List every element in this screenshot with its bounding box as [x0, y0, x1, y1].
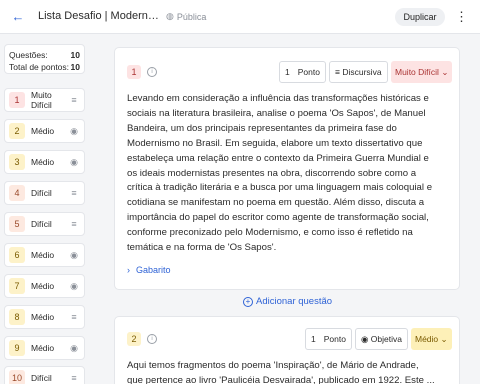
- question-text-line: temática e na forma de 'Os Sapos'.: [127, 242, 277, 254]
- duplicate-button[interactable]: Duplicar: [395, 8, 445, 26]
- question-text: Aqui temos fragmentos do poema 'Inspiraç…: [127, 359, 435, 384]
- questions-count: 10: [70, 50, 80, 60]
- radio-icon: ◉: [70, 156, 78, 167]
- question-difficulty: Muito Difícil: [31, 90, 52, 110]
- points-value: 1: [311, 334, 316, 344]
- question-text-line: sociais na literatura brasileira, analis…: [127, 107, 426, 119]
- question-difficulty: Difícil: [31, 188, 52, 198]
- question-number-badge: 2: [127, 332, 141, 346]
- lines-icon: ≡: [71, 373, 77, 383]
- question-type-label: Objetiva: [370, 334, 402, 344]
- gabarito-label: Gabarito: [136, 265, 171, 275]
- points-unit: Ponto: [323, 334, 346, 344]
- top-bar: ← Lista Desafio | Modernismo... ◍ Públic…: [0, 0, 480, 34]
- sidebar-question-2[interactable]: 2 Médio ◉: [4, 119, 85, 143]
- sidebar-question-9[interactable]: 9 Médio ◉: [4, 336, 85, 360]
- points-field[interactable]: 1 Ponto: [279, 61, 326, 83]
- sidebar-question-7[interactable]: 7 Médio ◉: [4, 274, 85, 298]
- visibility-indicator: ◍ Pública: [166, 11, 206, 22]
- question-text-line: estabeleça uma relação entre o contexto …: [127, 152, 429, 164]
- add-question-label: Adicionar questão: [256, 296, 333, 307]
- question-number: 8: [9, 309, 25, 325]
- plus-circle-icon: +: [243, 296, 253, 307]
- sidebar-question-8[interactable]: 8 Médio ≡: [4, 305, 85, 329]
- question-difficulty: Médio: [31, 250, 55, 260]
- back-arrow-icon[interactable]: ←: [10, 9, 26, 25]
- question-text-line: Modernismo no Brasil. Em seguida, elabor…: [127, 137, 423, 149]
- question-difficulty: Médio: [31, 281, 55, 291]
- question-text-line: Bandeira, um dos principais representant…: [127, 122, 397, 134]
- page-title: Lista Desafio | Modernismo...: [38, 10, 160, 22]
- sidebar-question-1[interactable]: 1 Muito Difícil ≡: [4, 88, 85, 112]
- lines-icon: ≡: [71, 188, 77, 198]
- question-difficulty: Médio: [31, 343, 55, 353]
- lines-icon: ≡: [71, 219, 77, 229]
- points-unit: Ponto: [297, 67, 320, 77]
- question-text-line: os ideais modernistas presentes na obra,…: [127, 167, 417, 179]
- sidebar-question-3[interactable]: 3 Médio ◉: [4, 150, 85, 174]
- question-text-line: Levando em consideração a influência das…: [127, 93, 429, 104]
- question-difficulty: Médio: [31, 126, 55, 136]
- question-number: 2: [9, 123, 25, 139]
- question-text: Levando em consideração a influência das…: [127, 92, 432, 256]
- question-type-label: Discursiva: [342, 67, 382, 77]
- sidebar-question-4[interactable]: 4 Difícil ≡: [4, 181, 85, 205]
- question-number: 7: [9, 278, 25, 294]
- question-text-line: cotidiana se manifestam no poema em ques…: [127, 197, 425, 209]
- question-text-line: que pertence ao livro 'Paulicéia Desvair…: [127, 374, 435, 384]
- lines-icon: ≡: [71, 312, 77, 322]
- question-card-1: 1 i 1 Ponto ≡ Discursiva Muito Difícil ⌄ …: [114, 47, 460, 290]
- points-count: 10: [70, 62, 80, 72]
- sidebar-question-6[interactable]: 6 Médio ◉: [4, 243, 85, 267]
- radio-icon: ◉: [70, 125, 78, 136]
- difficulty-select[interactable]: Muito Difícil ⌄: [391, 61, 453, 83]
- question-difficulty: Médio: [31, 312, 55, 322]
- points-value: 1: [285, 67, 290, 77]
- radio-icon: ◉: [70, 249, 78, 260]
- question-number: 1: [9, 92, 25, 108]
- question-text-line: conforme preconizado pelo Modernismo, e …: [127, 227, 413, 239]
- globe-icon: ◍: [166, 11, 174, 21]
- question-number: 4: [9, 185, 25, 201]
- question-text-line: importância do papel do escritor como ag…: [127, 212, 429, 224]
- radio-icon: ◉: [70, 342, 78, 353]
- info-icon[interactable]: i: [147, 334, 157, 344]
- sidebar-question-10[interactable]: 10 Difícil ≡: [4, 366, 85, 384]
- text-lines-icon: ≡: [335, 67, 340, 77]
- question-number-badge: 1: [127, 65, 141, 79]
- question-number: 6: [9, 247, 25, 263]
- questions-label: Questões:: [9, 50, 48, 60]
- question-difficulty: Difícil: [31, 373, 52, 383]
- info-icon[interactable]: i: [147, 67, 157, 77]
- question-number: 9: [9, 340, 25, 356]
- totals-box: Questões: 10 Total de pontos: 10: [4, 44, 85, 74]
- question-text-line: crítica à tradição literária e a busca p…: [127, 182, 433, 194]
- question-type-select[interactable]: ≡ Discursiva: [329, 61, 388, 83]
- question-difficulty: Médio: [31, 157, 55, 167]
- radio-icon: ◉: [70, 280, 78, 291]
- sidebar-question-5[interactable]: 5 Difícil ≡: [4, 212, 85, 236]
- add-question-button[interactable]: + Adicionar questão: [243, 296, 332, 307]
- radio-icon: ◉: [361, 334, 369, 344]
- chevron-down-icon: ⌄: [441, 67, 449, 77]
- difficulty-label: Médio: [415, 334, 439, 344]
- visibility-label: Pública: [176, 11, 207, 22]
- question-number: 10: [9, 370, 25, 384]
- points-field[interactable]: 1 Ponto: [305, 328, 352, 350]
- points-label: Total de pontos:: [9, 62, 70, 72]
- more-options-icon[interactable]: ⋮: [455, 9, 468, 25]
- question-number: 5: [9, 216, 25, 232]
- question-card-2: 2 i 1 Ponto ◉ Objetiva Médio ⌄ Aqui temos…: [114, 316, 460, 384]
- chevron-right-icon: ›: [127, 265, 130, 275]
- question-number: 3: [9, 154, 25, 170]
- question-type-select[interactable]: ◉ Objetiva: [355, 328, 408, 350]
- question-sidebar: Questões: 10 Total de pontos: 10 1 Muito…: [4, 44, 85, 384]
- difficulty-label: Muito Difícil: [395, 67, 439, 77]
- question-text-line: Aqui temos fragmentos do poema 'Inspiraç…: [127, 360, 419, 371]
- chevron-down-icon: ⌄: [440, 334, 448, 344]
- question-difficulty: Difícil: [31, 219, 52, 229]
- lines-icon: ≡: [71, 95, 77, 105]
- gabarito-toggle[interactable]: › Gabarito: [127, 265, 171, 275]
- difficulty-select[interactable]: Médio ⌄: [411, 328, 452, 350]
